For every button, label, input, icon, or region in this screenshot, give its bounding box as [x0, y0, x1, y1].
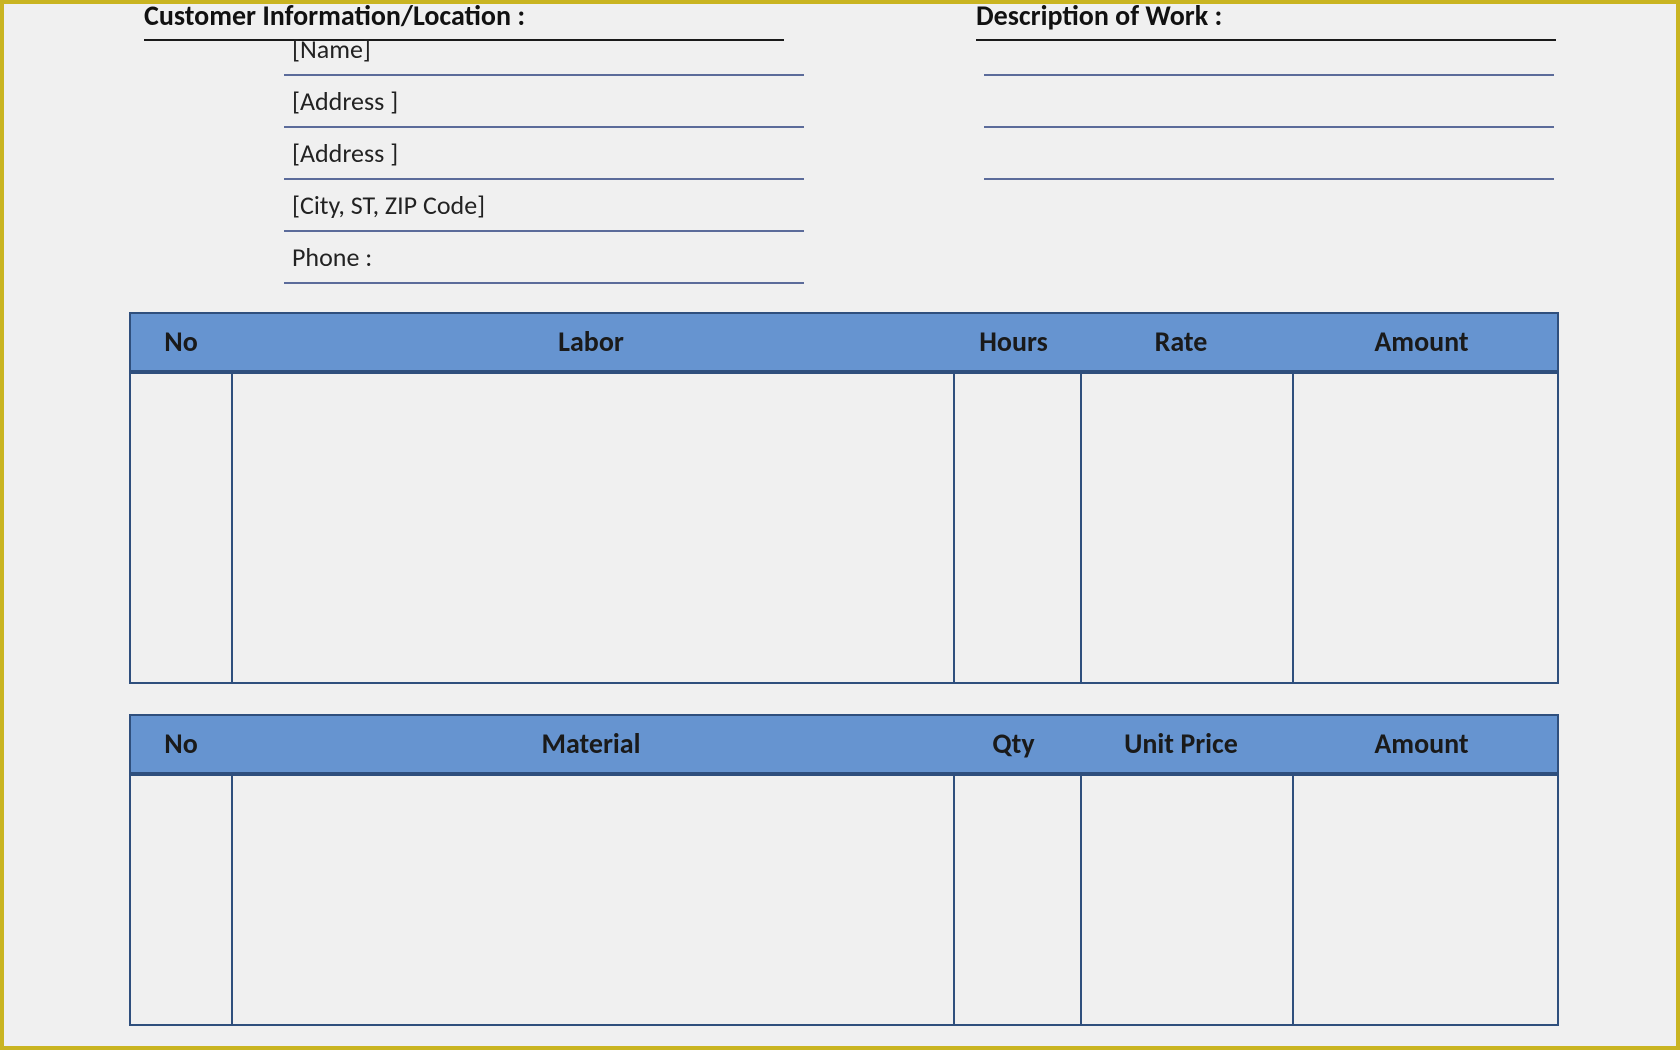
city-st-zip-field[interactable]: [City, ST, ZIP Code] — [284, 180, 804, 232]
material-col-amount: Amount — [1286, 716, 1557, 772]
description-line-2[interactable] — [984, 76, 1554, 128]
material-table: No Material Qty Unit Price Amount — [129, 714, 1559, 1026]
customer-info-block: [Name] [Address ] [Address ] [City, ST, … — [284, 24, 804, 284]
material-col-qty: Qty — [951, 716, 1076, 772]
labor-col-amount: Amount — [1286, 314, 1557, 370]
description-line-1[interactable] — [984, 24, 1554, 76]
work-order-form: Customer Information/Location : Descript… — [0, 0, 1680, 1050]
labor-table-header: No Labor Hours Rate Amount — [129, 312, 1559, 374]
name-field[interactable]: [Name] — [284, 24, 804, 76]
material-col-material: Material — [231, 716, 951, 772]
labor-col-labor: Labor — [231, 314, 951, 370]
material-col-unitprice: Unit Price — [1076, 716, 1286, 772]
description-block — [984, 24, 1554, 180]
address2-field[interactable]: [Address ] — [284, 128, 804, 180]
labor-table-body[interactable] — [129, 374, 1559, 684]
labor-table: No Labor Hours Rate Amount — [129, 312, 1559, 684]
material-table-body[interactable] — [129, 776, 1559, 1026]
address1-field[interactable]: [Address ] — [284, 76, 804, 128]
description-line-3[interactable] — [984, 128, 1554, 180]
labor-col-rate: Rate — [1076, 314, 1286, 370]
material-col-no: No — [131, 716, 231, 772]
phone-field[interactable]: Phone : — [284, 232, 804, 284]
labor-col-no: No — [131, 314, 231, 370]
labor-col-hours: Hours — [951, 314, 1076, 370]
material-table-header: No Material Qty Unit Price Amount — [129, 714, 1559, 776]
